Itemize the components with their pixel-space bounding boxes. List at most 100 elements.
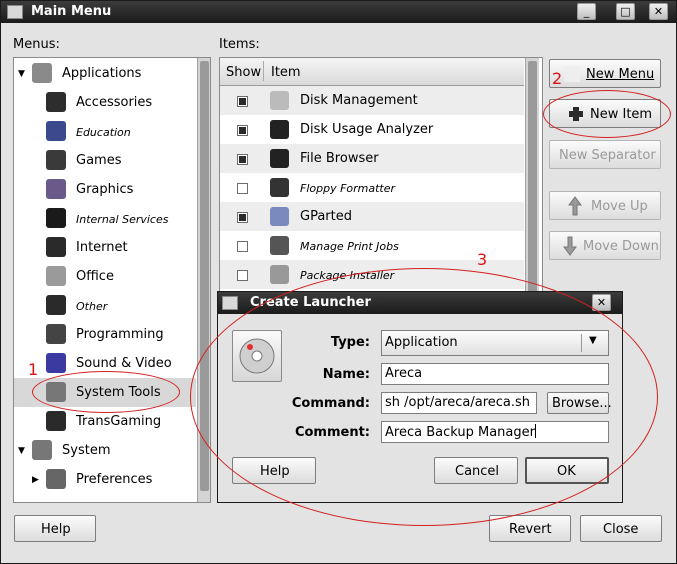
item-label: GParted — [300, 209, 352, 224]
other-icon — [46, 295, 66, 315]
items-label: Items: — [219, 37, 260, 52]
annotation-number-3: 3 — [477, 250, 488, 269]
internal-services-icon — [46, 208, 66, 228]
table-row[interactable]: GParted — [220, 202, 524, 231]
show-checkbox[interactable] — [237, 183, 248, 194]
show-checkbox[interactable] — [237, 96, 248, 107]
tree-item-label: Sound & Video — [76, 356, 172, 371]
move-down-button[interactable]: Move Down — [549, 231, 661, 260]
tree-item-label: Internet — [76, 240, 128, 255]
print-jobs-icon — [270, 236, 289, 255]
move-up-label: Move Up — [591, 199, 648, 214]
menus-label: Menus: — [13, 37, 60, 52]
tree-item-label: Accessories — [76, 95, 153, 110]
annotation-circle-dialog — [190, 268, 658, 526]
item-label: Disk Management — [300, 93, 418, 108]
tree-item-label: System — [62, 443, 111, 458]
help-label: Help — [41, 522, 71, 537]
tree-item-label: Other — [76, 300, 108, 313]
header-show[interactable]: Show — [226, 65, 261, 80]
tree-item[interactable]: Programming — [14, 320, 196, 349]
header-item[interactable]: Item — [271, 65, 301, 80]
show-checkbox[interactable] — [237, 241, 248, 252]
move-up-button[interactable]: Move Up — [549, 191, 661, 220]
close-window-button[interactable]: ✕ — [649, 3, 668, 20]
disk-usage-icon — [270, 120, 289, 139]
table-row[interactable]: Disk Management — [220, 86, 524, 115]
down-arrow-icon — [563, 236, 577, 260]
new-menu-icon — [564, 66, 580, 82]
accessories-icon — [46, 92, 66, 112]
show-checkbox[interactable] — [237, 154, 248, 165]
internet-icon — [46, 237, 66, 257]
tree-item-label: Internal Services — [76, 213, 169, 226]
annotation-number-2: 2 — [552, 69, 563, 88]
collapse-arrow-icon[interactable]: ▼ — [18, 446, 25, 456]
new-menu-button[interactable]: New Menu — [549, 59, 661, 88]
tree-item-label: Education — [76, 126, 131, 139]
graphics-icon — [46, 179, 66, 199]
preferences-icon — [46, 469, 66, 489]
sound-video-icon — [46, 353, 66, 373]
tree-item[interactable]: ▼ System — [14, 436, 196, 465]
collapse-arrow-icon[interactable]: ▼ — [18, 69, 25, 79]
tree-item-label: Preferences — [76, 472, 153, 487]
tree-item[interactable]: Internal Services — [14, 204, 196, 233]
tree-item-label: Programming — [76, 327, 164, 342]
tree-item-label: Office — [76, 269, 114, 284]
revert-label: Revert — [509, 522, 552, 537]
table-row[interactable]: Disk Usage Analyzer — [220, 115, 524, 144]
annotation-circle-new-item — [543, 90, 671, 138]
tree-item-label: Applications — [62, 66, 142, 81]
menus-tree[interactable]: ▼ Applications Accessories Education Games Gr… — [13, 57, 211, 503]
package-installer-icon — [270, 265, 289, 284]
help-button[interactable]: Help — [14, 515, 96, 542]
item-label: Floppy Formatter — [300, 182, 396, 195]
transgaming-icon — [46, 411, 66, 431]
item-label: File Browser — [300, 151, 379, 166]
move-down-label: Move Down — [583, 239, 659, 254]
header-divider — [263, 61, 264, 81]
new-separator-label: New Separator — [559, 148, 656, 163]
programming-icon — [46, 324, 66, 344]
new-separator-button[interactable]: New Separator — [549, 140, 661, 169]
item-label: Disk Usage Analyzer — [300, 122, 434, 137]
table-row[interactable]: Floppy Formatter — [220, 173, 524, 202]
minimize-button[interactable]: _ — [577, 3, 596, 20]
tree-item[interactable]: Internet — [14, 233, 196, 262]
annotation-circle-system-tools — [32, 371, 180, 413]
revert-button[interactable]: Revert — [489, 515, 571, 542]
gparted-icon — [270, 207, 289, 226]
education-icon — [46, 121, 66, 141]
applications-icon — [32, 63, 52, 83]
dialog-menu-icon[interactable] — [222, 296, 238, 310]
tree-item[interactable]: Education — [14, 117, 196, 146]
window-title: Main Menu — [31, 4, 112, 19]
item-label: Manage Print Jobs — [300, 240, 399, 253]
annotation-number-1: 1 — [28, 360, 39, 379]
tree-item[interactable]: ▼ Applications — [14, 59, 196, 88]
tree-item-label: TransGaming — [76, 414, 162, 429]
tree-item[interactable]: Office — [14, 262, 196, 291]
up-arrow-icon — [568, 196, 582, 220]
table-row[interactable]: File Browser — [220, 144, 524, 173]
file-browser-icon — [270, 149, 289, 168]
office-icon — [46, 266, 66, 286]
title-bar[interactable]: Main Menu _ □ ✕ — [1, 1, 676, 23]
close-button[interactable]: Close — [580, 515, 662, 542]
new-menu-label: New Menu — [586, 67, 655, 82]
show-checkbox[interactable] — [237, 270, 248, 281]
tree-item[interactable]: ▶ Preferences — [14, 465, 196, 494]
games-icon — [46, 150, 66, 170]
tree-item-label: Graphics — [76, 182, 134, 197]
tree-item[interactable]: Graphics — [14, 175, 196, 204]
show-checkbox[interactable] — [237, 125, 248, 136]
show-checkbox[interactable] — [237, 212, 248, 223]
tree-item[interactable]: Accessories — [14, 88, 196, 117]
maximize-button[interactable]: □ — [616, 3, 635, 20]
tree-item[interactable]: Games — [14, 146, 196, 175]
disk-management-icon — [270, 91, 289, 110]
window-menu-icon[interactable] — [7, 5, 23, 19]
expand-arrow-icon[interactable]: ▶ — [32, 475, 39, 485]
tree-item[interactable]: Other — [14, 291, 196, 320]
